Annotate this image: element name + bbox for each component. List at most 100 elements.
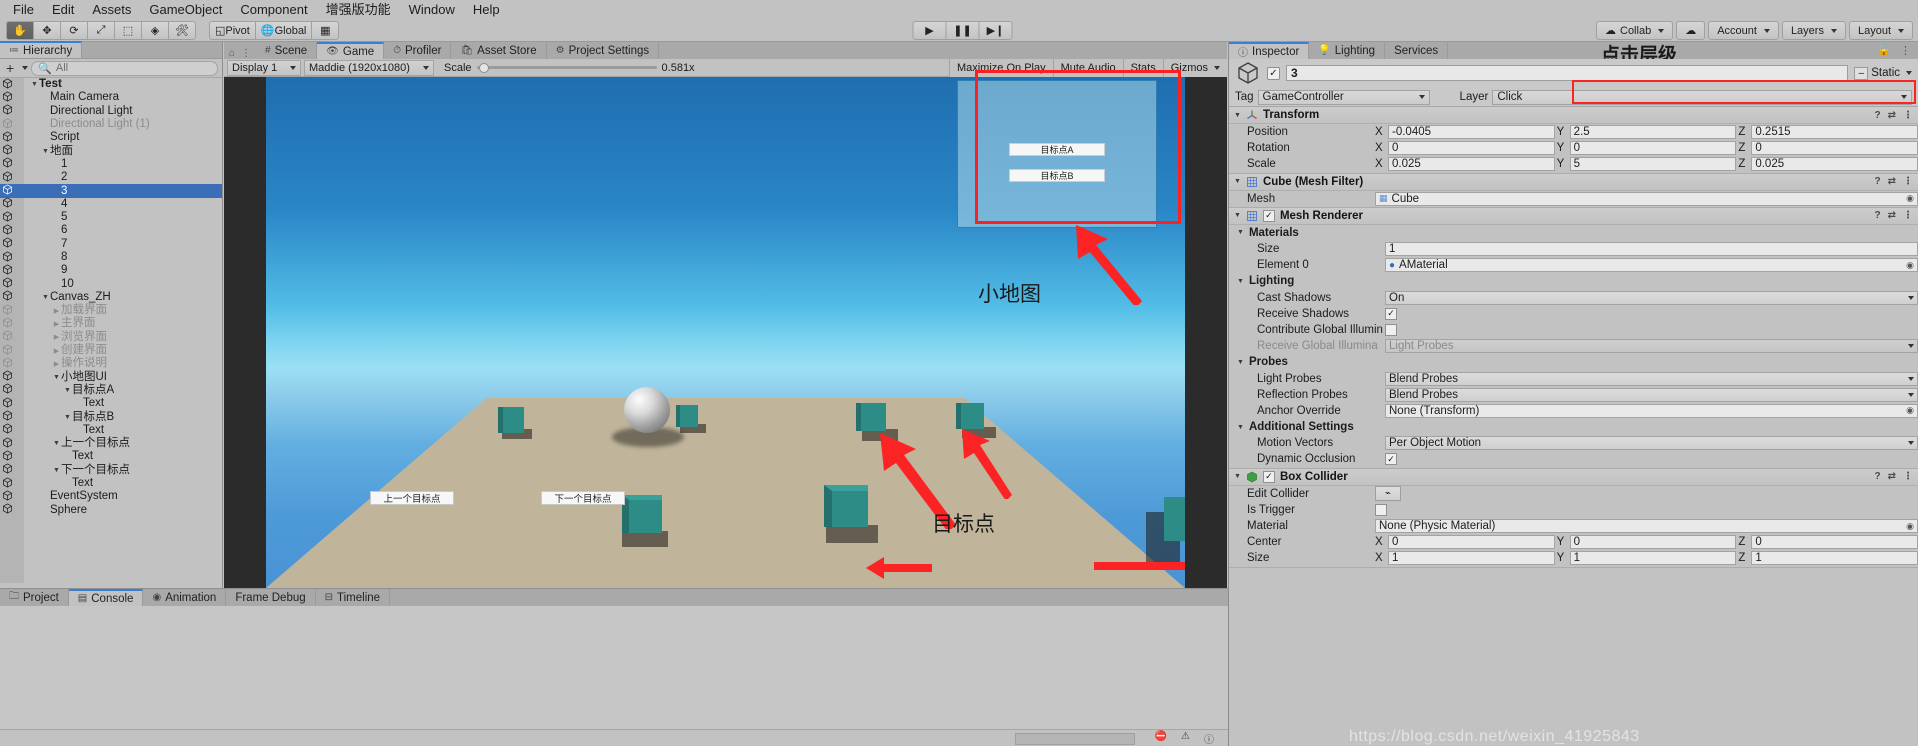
hierarchy-item-1[interactable]: 1: [0, 157, 222, 171]
disclosure-triangle[interactable]: ▼: [41, 294, 50, 301]
rect-tool-button[interactable]: ⬚: [114, 21, 142, 40]
tag-dropdown[interactable]: GameController: [1257, 89, 1430, 105]
hierarchy-item-7[interactable]: 7: [0, 237, 222, 251]
hierarchy-item-2[interactable]: 2: [0, 171, 222, 184]
tab-scene[interactable]: # Scene: [256, 42, 318, 59]
object-reference-field[interactable]: None (Transform) ◉: [1385, 403, 1918, 418]
tab-project[interactable]: 🗀 Project: [0, 589, 69, 606]
console-warning-icon[interactable]: ⚠: [1181, 731, 1190, 746]
object-reference-field[interactable]: ● AMaterial ◉: [1385, 258, 1918, 273]
property-dropdown[interactable]: Light Probes: [1385, 339, 1918, 354]
layers-button[interactable]: Layers: [1781, 21, 1846, 40]
kebab-icon[interactable]: ⋮: [1903, 471, 1913, 482]
rotate-tool-button[interactable]: ⟳: [60, 21, 88, 40]
disclosure-triangle[interactable]: ▶: [52, 307, 61, 315]
lock-icon[interactable]: ⌂: [229, 48, 235, 59]
tab-services[interactable]: Services: [1385, 42, 1449, 59]
disclosure-triangle[interactable]: ▼: [1234, 112, 1241, 119]
collab-button[interactable]: ☁ Collab: [1596, 21, 1674, 40]
cloud-button[interactable]: ☁: [1676, 21, 1706, 40]
object-reference-field[interactable]: None (Physic Material) ◉: [1375, 519, 1918, 534]
hierarchy-item-9[interactable]: 9: [0, 264, 222, 277]
component-enabled-checkbox[interactable]: ✓: [1262, 470, 1275, 483]
move-tool-button[interactable]: ✥: [33, 21, 61, 40]
disclosure-triangle[interactable]: ▼: [63, 414, 72, 421]
property-dropdown[interactable]: Per Object Motion: [1385, 436, 1918, 451]
scale-slider-group[interactable]: Scale 0.581x: [444, 62, 695, 74]
field-z[interactable]: 0.025: [1751, 157, 1918, 172]
stats-button[interactable]: Stats: [1122, 58, 1163, 77]
hierarchy-item-3[interactable]: 3: [0, 184, 222, 198]
grid-snap-button[interactable]: ▦: [311, 21, 340, 40]
menu-item-edit[interactable]: Edit: [43, 0, 83, 20]
menu-item-gameobject[interactable]: GameObject: [140, 0, 231, 20]
kebab-icon[interactable]: ⋮: [241, 48, 251, 59]
play-button[interactable]: ▶: [912, 21, 947, 40]
tab-profiler[interactable]: ⏱ Profiler: [384, 42, 452, 59]
field-x[interactable]: 0: [1388, 535, 1555, 550]
component-header[interactable]: ▼ ✓ Mesh Renderer? ⇄ ⋮: [1229, 207, 1918, 225]
disclosure-triangle[interactable]: ▼: [52, 440, 61, 447]
component-header[interactable]: ▼ ✓ Box Collider? ⇄ ⋮: [1229, 468, 1918, 486]
hierarchy-item-目标点B[interactable]: ▼ 目标点B: [0, 410, 222, 423]
global-toggle[interactable]: 🌐 Global: [254, 21, 313, 40]
hierarchy-item-Directional Light[interactable]: Directional Light: [0, 104, 222, 118]
disclosure-triangle[interactable]: ▼: [1234, 473, 1241, 480]
hud-next-target-button[interactable]: 下一个目标点: [541, 491, 625, 505]
property-dropdown[interactable]: Blend Probes: [1385, 387, 1918, 402]
disclosure-triangle[interactable]: ▼: [1234, 212, 1241, 219]
object-reference-field[interactable]: ▦ Cube ◉: [1375, 191, 1918, 206]
pause-button[interactable]: ❚❚: [945, 21, 980, 40]
disclosure-triangle[interactable]: ▼: [52, 467, 61, 474]
account-button[interactable]: Account: [1708, 21, 1779, 40]
help-icon[interactable]: ?: [1875, 176, 1881, 187]
minimap-target-a-button[interactable]: 目标点A: [1009, 143, 1105, 156]
component-header[interactable]: ▼ Cube (Mesh Filter)? ⇄ ⋮: [1229, 173, 1918, 191]
hierarchy-item-8[interactable]: 8: [0, 250, 222, 264]
disclosure-triangle[interactable]: ▶: [52, 360, 61, 368]
object-name-field[interactable]: 3: [1286, 65, 1849, 81]
property-checkbox[interactable]: [1385, 323, 1397, 336]
property-checkbox[interactable]: ✓: [1385, 453, 1397, 466]
tab-frame-debug[interactable]: Frame Debug: [226, 589, 316, 606]
game-view-canvas[interactable]: 上一个目标点 下一个目标点 目标点A 目标点B: [224, 77, 1227, 588]
scale-tool-button[interactable]: ⤢: [87, 21, 115, 40]
kebab-icon[interactable]: ⋮: [1903, 176, 1913, 187]
resolution-dropdown[interactable]: Maddie (1920x1080): [304, 59, 434, 76]
disclosure-triangle[interactable]: ▶: [52, 347, 61, 355]
preset-icon[interactable]: ⇄: [1888, 210, 1896, 221]
object-picker-icon[interactable]: ◉: [1906, 405, 1914, 416]
mute-audio-button[interactable]: Mute Audio: [1052, 58, 1123, 77]
property-checkbox[interactable]: [1375, 503, 1387, 516]
tab-game[interactable]: 👁 Game: [317, 42, 385, 59]
hierarchy-item-小地图UI[interactable]: ▼ 小地图UI: [0, 370, 222, 384]
layout-button[interactable]: Layout: [1848, 21, 1913, 40]
maximize-on-play-button[interactable]: Maximize On Play: [948, 58, 1053, 77]
kebab-icon[interactable]: ⋮: [1903, 210, 1913, 221]
hierarchy-tree[interactable]: ▼ Test Main Camera Directional Light Directi…: [0, 78, 222, 583]
menu-item-增强版功能[interactable]: 增强版功能: [317, 0, 400, 20]
help-icon[interactable]: ?: [1875, 210, 1881, 221]
tab-lighting[interactable]: 💡 Lighting: [1309, 42, 1386, 59]
object-active-checkbox[interactable]: ✓: [1267, 66, 1280, 80]
custom-tool-button[interactable]: 🛠: [168, 21, 196, 40]
hierarchy-item-EventSystem[interactable]: EventSystem: [0, 490, 222, 503]
hierarchy-item-Test[interactable]: ▼ Test: [0, 78, 222, 91]
static-flags-group[interactable]: – Static: [1854, 66, 1912, 80]
scale-slider-knob[interactable]: [478, 62, 489, 73]
disclosure-triangle[interactable]: ▼: [30, 81, 39, 88]
add-object-button[interactable]: +: [4, 61, 16, 75]
step-button[interactable]: ▶❙: [978, 21, 1013, 40]
hierarchy-item-6[interactable]: 6: [0, 224, 222, 237]
object-picker-icon[interactable]: ◉: [1906, 260, 1914, 271]
disclosure-triangle[interactable]: ▼: [41, 148, 50, 155]
hierarchy-item-Text[interactable]: Text: [0, 397, 222, 410]
tab-hierarchy[interactable]: ≔ Hierarchy: [0, 41, 83, 58]
property-value-field[interactable]: 1: [1385, 242, 1918, 257]
preset-icon[interactable]: ⇄: [1888, 176, 1896, 187]
field-z[interactable]: 0.2515: [1751, 125, 1918, 140]
console-info-icon[interactable]: ⓘ: [1204, 731, 1214, 746]
object-picker-icon[interactable]: ◉: [1906, 193, 1914, 204]
hierarchy-item-4[interactable]: 4: [0, 197, 222, 211]
kebab-icon[interactable]: ⋮: [1900, 44, 1911, 57]
